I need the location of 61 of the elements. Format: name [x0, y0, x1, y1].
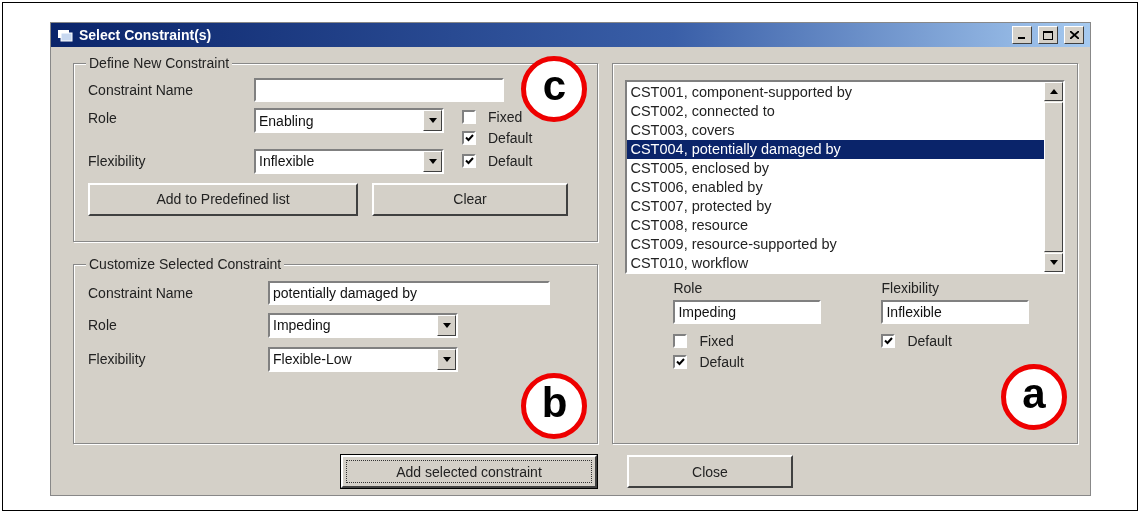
scrollbar[interactable]	[1044, 82, 1064, 272]
checkbox-label: Default	[907, 333, 952, 349]
annotation-marker: c	[521, 56, 588, 122]
field-label: Constraint Name	[88, 82, 195, 98]
dropdown[interactable]: Flexible-Low	[268, 346, 458, 372]
checkbox[interactable]	[462, 110, 476, 124]
input-field[interactable]: potentially damaged by	[268, 281, 550, 305]
close-icon	[1069, 31, 1079, 39]
dropdown[interactable]: Inflexible	[254, 148, 444, 174]
maximize-icon	[1043, 30, 1053, 40]
checkbox[interactable]	[462, 131, 476, 145]
list-item[interactable]: CST002, connected to	[627, 102, 1045, 121]
input-field[interactable]: Impeding	[673, 300, 822, 324]
checkbox-label: Default	[699, 354, 744, 370]
list-item[interactable]: CST006, enabled by	[627, 178, 1045, 197]
caret-icon	[442, 356, 451, 362]
field-label: Flexibility	[88, 351, 147, 367]
list-item[interactable]: CST003, covers	[627, 121, 1045, 140]
action-button[interactable]: Add selected constraint	[341, 455, 597, 488]
list-item[interactable]: CST010, workflow	[627, 254, 1045, 273]
list-item[interactable]: CST009, resource-supported by	[627, 235, 1045, 254]
checkbox[interactable]	[673, 355, 688, 369]
action-button[interactable]: Close	[627, 455, 793, 488]
list-item[interactable]: CST008, resource	[627, 216, 1045, 235]
list-item[interactable]: CST007, protected by	[627, 197, 1045, 216]
checkbox[interactable]	[881, 334, 896, 348]
field-label: Role	[88, 109, 118, 126]
action-button[interactable]: Clear	[372, 182, 568, 216]
checkbox[interactable]	[462, 154, 476, 168]
field-label: Role	[673, 280, 704, 296]
action-button[interactable]: Add to Predefined list	[88, 182, 358, 216]
checkbox-label: Default	[488, 153, 533, 169]
list-item[interactable]: CST004, potentially damaged by	[627, 140, 1045, 159]
maximize-button[interactable]	[1038, 26, 1058, 44]
up-arrow-icon	[1049, 89, 1058, 94]
input-field[interactable]	[254, 78, 504, 102]
input-field[interactable]: Inflexible	[881, 300, 1030, 324]
field-label: Role	[88, 317, 118, 333]
field-label: Constraint Name	[88, 285, 195, 301]
dropdown[interactable]: Enabling	[254, 108, 444, 133]
group-title: Customize Selected Constraint	[86, 256, 285, 272]
annotation-marker: a	[1001, 364, 1067, 430]
window-icon	[57, 28, 73, 42]
close-button[interactable]	[1064, 26, 1084, 44]
list-item[interactable]: CST005, enclosed by	[627, 159, 1045, 178]
list-item[interactable]: CST001, component-supported by	[627, 83, 1045, 102]
caret-icon	[428, 158, 437, 164]
field-label: Flexibility	[88, 153, 147, 169]
field-label: Flexibility	[881, 280, 941, 296]
minimize-button[interactable]	[1012, 26, 1032, 44]
group-title: Define New Constraint	[86, 55, 233, 71]
checkbox-label: Fixed	[488, 109, 523, 125]
caret-icon	[442, 322, 451, 328]
window-title: Select Constraint(s)	[79, 27, 213, 43]
checkbox[interactable]	[673, 334, 688, 348]
dropdown[interactable]: Impeding	[268, 312, 458, 338]
annotation-marker: b	[521, 373, 588, 439]
caret-icon	[428, 118, 437, 123]
checkbox-label: Fixed	[699, 333, 734, 349]
checkbox-label: Default	[488, 130, 533, 146]
down-arrow-icon	[1049, 260, 1058, 265]
